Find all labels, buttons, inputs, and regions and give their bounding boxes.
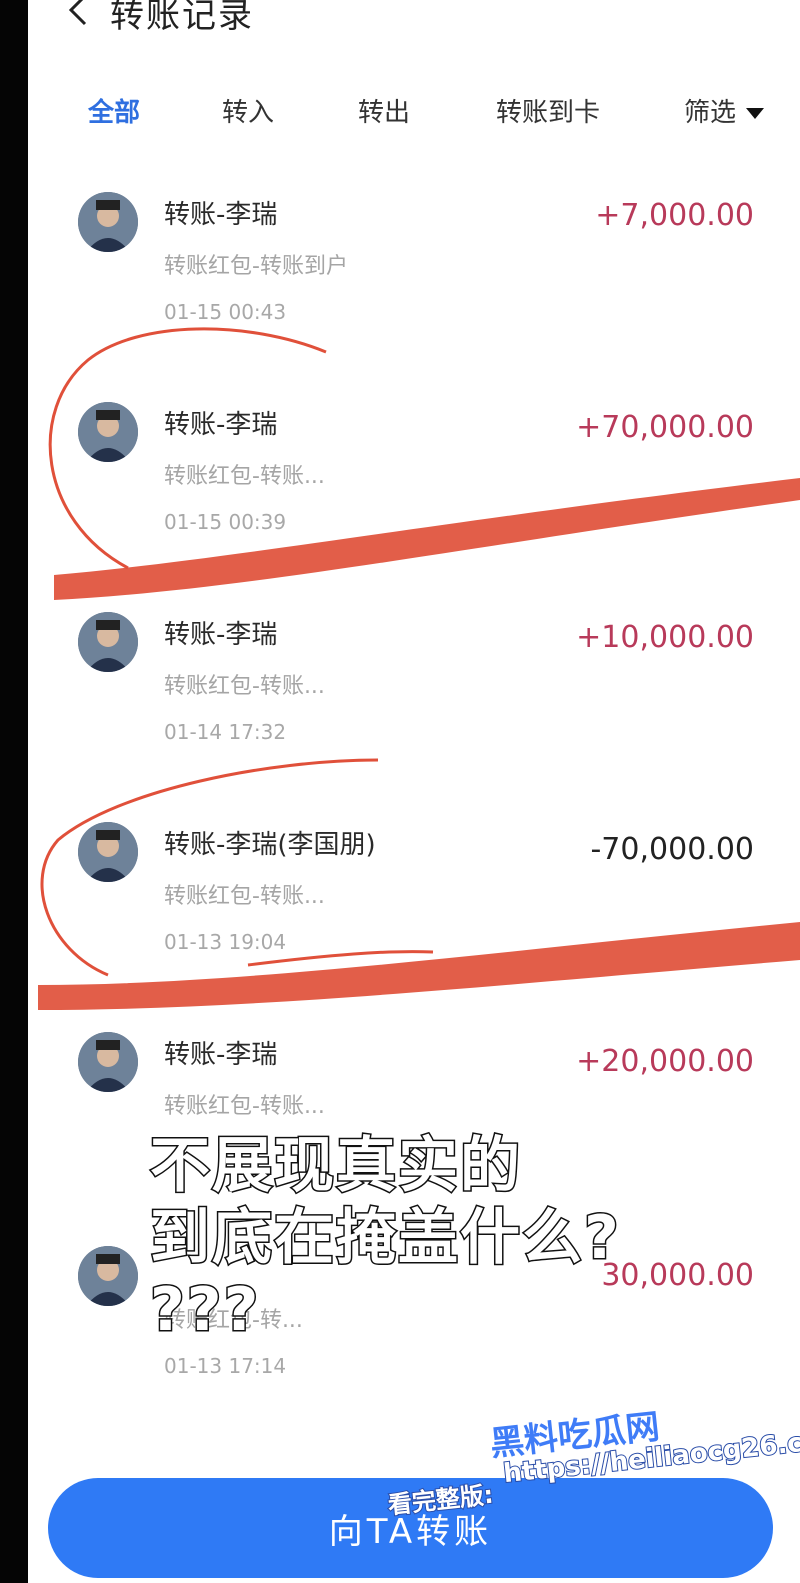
record-item[interactable]: 转账-李瑞 转账红包-转账到户 01-15 00:43 +7,000.00 [28, 192, 800, 392]
record-time: 01-15 00:39 [164, 510, 287, 534]
record-amount: +20,000.00 [576, 1044, 754, 1079]
avatar [78, 1246, 138, 1306]
avatar [78, 192, 138, 252]
record-item[interactable]: 转账-李瑞 转账红包-转账... 01-14 17:32 +10,000.00 [28, 612, 800, 812]
record-name: 转账-李瑞 [164, 1040, 278, 1070]
record-name: 转账-李瑞(李国朋) [164, 830, 376, 860]
record-desc: 转账红包-转账... [164, 884, 325, 909]
record-time: 01-13 17:14 [164, 1354, 287, 1378]
tab-outgoing[interactable]: 转出 [358, 88, 410, 138]
record-item[interactable]: 转账-李瑞(李国朋) 转账红包-转账... 01-13 19:04 -70,00… [28, 822, 800, 1022]
caption-line: ??? [149, 1274, 261, 1347]
tab-bar: 全部 转入 转出 转账到卡 筛选 [28, 88, 800, 138]
screen-edge [0, 0, 28, 1583]
record-amount: -70,000.00 [590, 832, 754, 867]
record-amount: +7,000.00 [595, 198, 754, 233]
record-name: 转账-李瑞 [164, 410, 278, 440]
record-time: 01-13 19:04 [164, 930, 287, 954]
record-desc: 转账红包-转账... [164, 1094, 325, 1119]
filter-label: 筛选 [684, 98, 737, 128]
tab-to-card[interactable]: 转账到卡 [496, 88, 600, 138]
transfer-records-screen: 转账记录 全部 转入 转出 转账到卡 筛选 转账-李瑞 转账红包-转账到户 01… [28, 0, 800, 1583]
record-name: 转账-李瑞 [164, 200, 278, 230]
avatar [78, 612, 138, 672]
record-amount: +70,000.00 [576, 410, 754, 445]
caption-line: 不展现真实的 [149, 1130, 522, 1203]
record-desc: 转账红包-转账... [164, 464, 325, 489]
record-amount: +10,000.00 [576, 620, 754, 655]
triangle-down-icon [746, 108, 765, 119]
record-desc: 转账红包-转账到户 [164, 254, 348, 279]
overlay-caption: 不展现真实的 到底在掩盖什么? ??? [149, 1130, 710, 1347]
record-item[interactable]: 转账-李瑞 转账红包-转账... 01-15 00:39 +70,000.00 [28, 402, 800, 602]
caption-line: 到底在掩盖什么? [149, 1202, 621, 1275]
filter-button[interactable]: 筛选 [684, 88, 765, 138]
record-time: 01-15 00:43 [164, 300, 287, 324]
tab-all[interactable]: 全部 [88, 88, 140, 138]
avatar [78, 402, 138, 462]
avatar [78, 1032, 138, 1092]
tab-incoming[interactable]: 转入 [222, 88, 274, 138]
header: 转账记录 [28, 0, 800, 40]
record-name: 转账-李瑞 [164, 620, 278, 650]
record-time: 01-14 17:32 [164, 720, 287, 744]
record-desc: 转账红包-转账... [164, 674, 325, 699]
watermark-label: 看完整版: [386, 1480, 496, 1521]
chevron-left-icon[interactable] [58, 0, 98, 30]
page-title: 转账记录 [110, 0, 254, 36]
avatar [78, 822, 138, 882]
